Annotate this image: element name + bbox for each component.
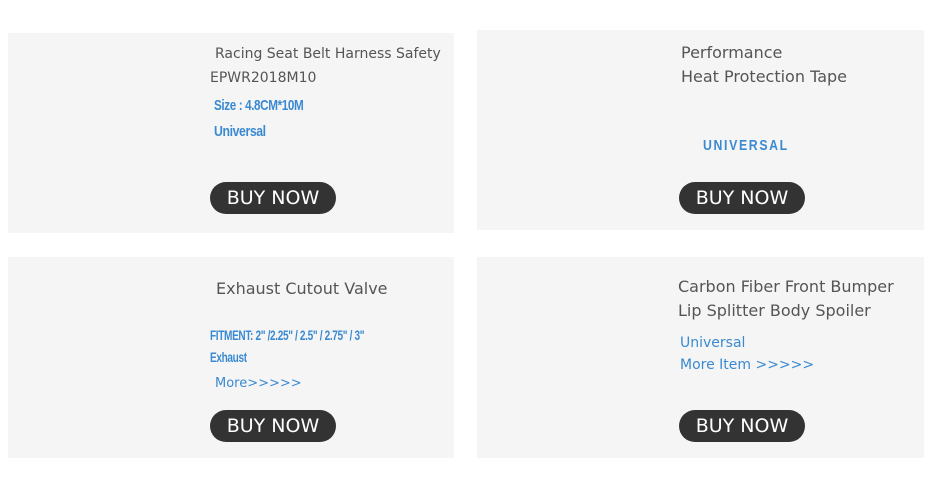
product-card-seat-belt: Racing Seat Belt Harness Safety EPWR2018… bbox=[8, 33, 454, 233]
buy-now-button[interactable]: BUY NOW bbox=[210, 182, 336, 214]
product-title-line1: Carbon Fiber Front Bumper bbox=[678, 277, 894, 296]
product-size-spec: Size : 4.8CM*10M bbox=[214, 97, 304, 114]
product-fitment: Universal bbox=[214, 123, 266, 140]
product-title-line1: Performance bbox=[681, 43, 783, 62]
product-title-line2: Lip Splitter Body Spoiler bbox=[678, 301, 871, 320]
product-fitment-spec: FITMENT: 2" /2.25" / 2.5" / 2.75" / 3" bbox=[210, 327, 365, 343]
more-items-link[interactable]: More Item >>>>> bbox=[680, 357, 814, 373]
more-link[interactable]: More>>>>> bbox=[215, 376, 302, 391]
buy-now-button[interactable]: BUY NOW bbox=[210, 410, 336, 442]
product-fitment: Universal bbox=[680, 335, 746, 351]
product-card-carbon-splitter: Carbon Fiber Front Bumper Lip Splitter B… bbox=[477, 257, 924, 458]
product-fitment-spec-line2: Exhaust bbox=[210, 349, 247, 365]
product-card-exhaust-cutout: Exhaust Cutout Valve FITMENT: 2" /2.25" … bbox=[8, 257, 454, 458]
product-title-line1: Exhaust Cutout Valve bbox=[216, 279, 388, 298]
product-card-heat-tape: Performance Heat Protection Tape UNIVERS… bbox=[477, 30, 924, 230]
product-fitment: UNIVERSAL bbox=[703, 137, 789, 154]
buy-now-button[interactable]: BUY NOW bbox=[679, 410, 805, 442]
buy-now-button[interactable]: BUY NOW bbox=[679, 182, 805, 214]
product-title-line2: Heat Protection Tape bbox=[681, 67, 847, 86]
product-title-line1: Racing Seat Belt Harness Safety bbox=[215, 46, 441, 62]
product-title-line2: EPWR2018M10 bbox=[210, 70, 317, 86]
